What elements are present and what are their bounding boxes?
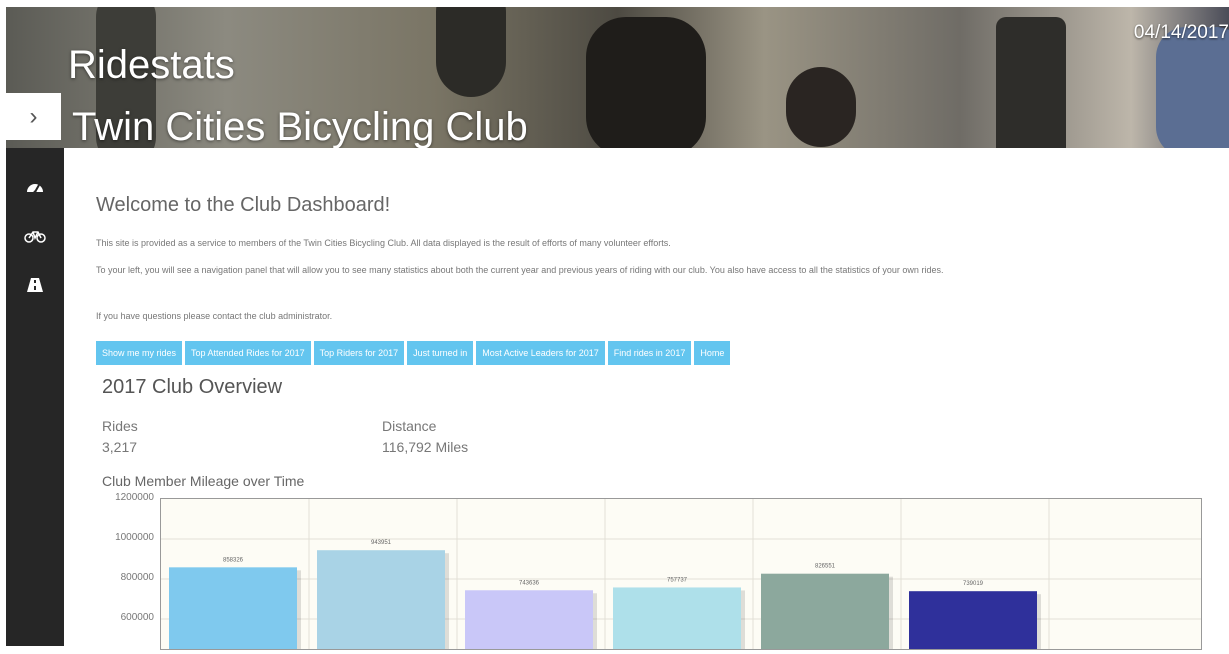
mileage-chart: 858326 943951 743636 757737 826551 739019 (160, 498, 1202, 652)
bar-value-label: 757737 (667, 577, 688, 583)
quick-links: Show me my rides Top Attended Rides for … (96, 341, 731, 365)
rides-label: Rides (102, 418, 138, 434)
just-turned-in-button[interactable]: Just turned in (407, 341, 474, 365)
chart-title: Club Member Mileage over Time (102, 473, 305, 489)
sidebar-item-routes[interactable] (6, 265, 64, 305)
chart-bar (613, 587, 741, 649)
distance-value: 116,792 Miles (382, 439, 469, 455)
bar-value-label: 858326 (223, 557, 244, 563)
app-title: Ridestats (68, 43, 235, 87)
mileage-chart-svg: 858326 943951 743636 757737 826551 739019 (161, 499, 1201, 652)
sidebar-toggle-button[interactable]: › (6, 93, 61, 140)
top-riders-button[interactable]: Top Riders for 2017 (313, 341, 405, 365)
bicycle-icon (24, 231, 46, 243)
bar-value-label: 826551 (815, 564, 836, 570)
chart-bar (761, 573, 889, 649)
find-rides-button[interactable]: Find rides in 2017 (607, 341, 692, 365)
chart-bar (465, 590, 593, 649)
bar-value-label: 743636 (519, 580, 540, 586)
show-my-rides-button[interactable]: Show me my rides (96, 341, 183, 365)
main-content: Welcome to the Club Dashboard! This site… (64, 148, 1229, 652)
chart-bar (169, 567, 297, 649)
y-tick-label: 800000 (120, 572, 154, 583)
app-frame: Ridestats Twin Cities Bicycling Club 04/… (0, 0, 1229, 652)
most-active-leaders-button[interactable]: Most Active Leaders for 2017 (476, 341, 605, 365)
contact-paragraph: If you have questions please contact the… (96, 311, 333, 321)
sidebar (6, 148, 64, 646)
road-icon (27, 278, 43, 292)
rides-value: 3,217 (102, 439, 138, 455)
header-banner: Ridestats Twin Cities Bicycling Club 04/… (6, 7, 1229, 148)
navigation-paragraph: To your left, you will see a navigation … (96, 265, 944, 275)
welcome-heading: Welcome to the Club Dashboard! (96, 194, 391, 216)
chart-bar (317, 550, 445, 649)
y-tick-label: 1200000 (115, 492, 154, 503)
chevron-right-icon: › (29, 102, 38, 130)
home-button[interactable]: Home (694, 341, 731, 365)
sidebar-item-dashboard[interactable] (6, 166, 64, 206)
y-tick-label: 600000 (120, 612, 154, 623)
current-date: 04/14/2017 (1133, 22, 1229, 43)
distance-label: Distance (382, 418, 437, 434)
top-attended-rides-button[interactable]: Top Attended Rides for 2017 (185, 341, 311, 365)
banner-photo-shape (586, 17, 706, 148)
banner-photo-shape (436, 7, 506, 97)
banner-photo-shape (786, 67, 856, 147)
banner-photo-shape (996, 17, 1066, 148)
dashboard-icon (27, 184, 43, 193)
banner-photo-shape (1156, 27, 1229, 148)
intro-paragraph: This site is provided as a service to me… (96, 238, 671, 248)
bar-value-label: 739019 (963, 581, 984, 587)
club-name: Twin Cities Bicycling Club (72, 105, 528, 148)
y-tick-label: 1000000 (115, 532, 154, 543)
bar-value-label: 943951 (371, 540, 392, 546)
sidebar-item-rides[interactable] (6, 216, 64, 256)
chart-bar (909, 591, 1037, 649)
overview-title: 2017 Club Overview (102, 376, 283, 398)
